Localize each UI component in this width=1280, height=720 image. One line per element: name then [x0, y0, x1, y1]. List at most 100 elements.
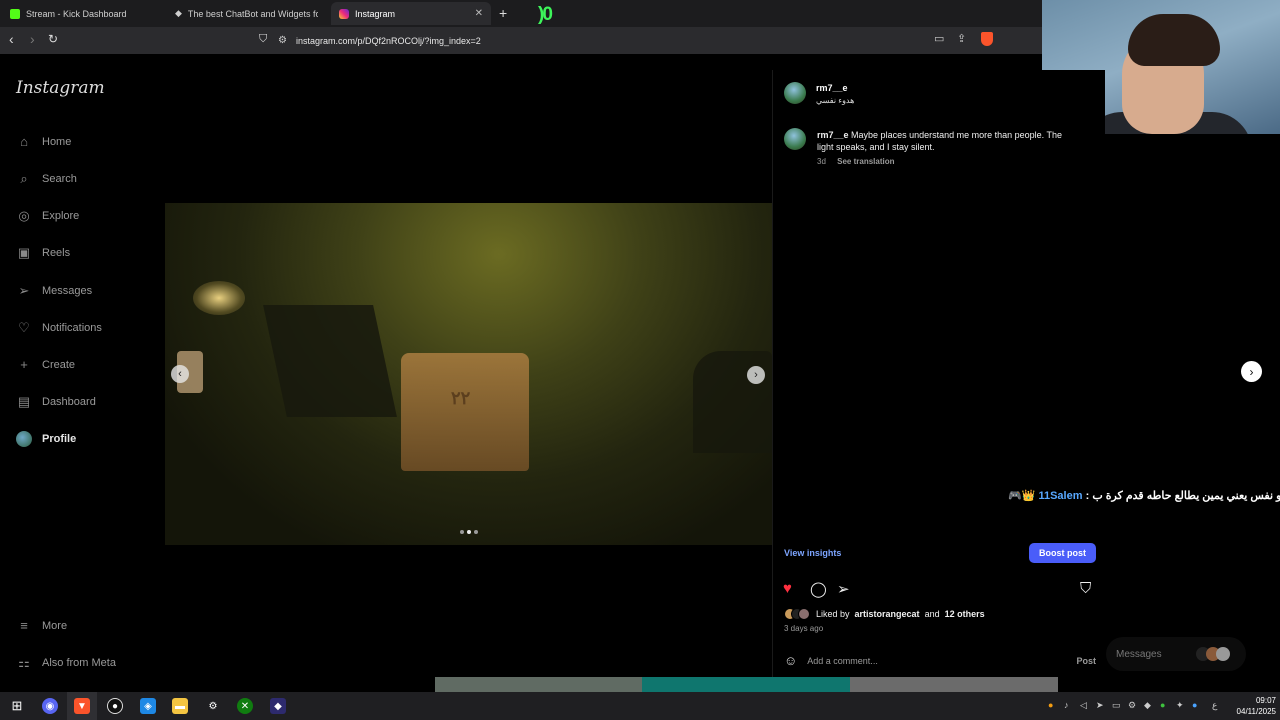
heart-icon: ♡ — [18, 320, 30, 335]
discord-icon[interactable]: ◉ — [42, 698, 58, 714]
folder-icon[interactable]: ▬ — [172, 698, 188, 714]
carousel-next-button[interactable]: › — [747, 366, 765, 384]
sidebar-item-label: Also from Meta — [42, 657, 116, 669]
next-post-button[interactable]: › — [1241, 361, 1262, 382]
share-icon[interactable]: ➢ — [837, 580, 850, 598]
sidebar-item-profile[interactable]: Profile — [16, 431, 76, 447]
reels-icon: ▣ — [17, 245, 31, 260]
xbox-tray-icon[interactable]: ● — [1160, 700, 1165, 710]
reload-icon[interactable]: ↻ — [48, 32, 58, 46]
clock-date: 04/11/2025 — [1236, 707, 1276, 716]
sidebar-item-label: Search — [42, 173, 77, 185]
taskbar-clock[interactable]: 09:07 04/11/2025 — [1228, 695, 1276, 717]
app-icon[interactable]: ◈ — [140, 698, 156, 714]
obs-icon[interactable]: ● — [107, 698, 123, 714]
instagram-sidebar: Instagram ⌂ Home ⌕ Search ◎ Explore ▣ Re… — [0, 54, 164, 692]
comment-composer: ☺ Add a comment... Post — [784, 653, 1096, 668]
author-avatar[interactable] — [784, 82, 806, 104]
sidebar-item-reels[interactable]: ▣ Reels — [16, 245, 70, 261]
comment-input[interactable]: Add a comment... — [807, 656, 878, 666]
sidebar-item-label: Home — [42, 135, 72, 148]
telegram-icon[interactable]: ➤ — [1096, 700, 1104, 711]
new-tab-button[interactable]: + — [499, 5, 507, 21]
steam-icon[interactable]: ⚙ — [205, 698, 221, 714]
post-image[interactable]: ٢٢ — [165, 203, 772, 545]
microphone-icon[interactable]: ♪ — [1064, 700, 1069, 710]
carousel-prev-button[interactable]: ‹ — [171, 365, 189, 383]
sidebar-item-label: Dashboard — [42, 396, 96, 408]
messages-label: Messages — [1116, 648, 1162, 660]
author-subtitle: هدوء نفسي — [816, 96, 855, 105]
sidebar-item-search[interactable]: ⌕ Search — [16, 171, 77, 187]
cast-icon[interactable]: ▭ — [934, 32, 944, 45]
liked-user-link[interactable]: artistorangecat — [855, 609, 920, 619]
sidebar-item-messages[interactable]: ➢ Messages — [16, 283, 93, 299]
liked-prefix: Liked by — [816, 609, 850, 619]
kick-icon — [10, 8, 20, 19]
tab-kick-dashboard[interactable]: Stream - Kick Dashboard — [2, 2, 165, 25]
controller-icon[interactable]: ◆ — [1144, 700, 1151, 711]
start-icon[interactable]: ⊞ — [9, 698, 25, 714]
caption-meta: 3d See translation — [817, 157, 904, 166]
stadium-seat — [401, 353, 529, 471]
caption-username[interactable]: rm7__e — [817, 130, 849, 140]
carousel-dot — [474, 530, 478, 534]
input-language[interactable]: ع — [1212, 700, 1217, 711]
sidebar-item-explore[interactable]: ◎ Explore — [16, 208, 79, 224]
xbox-icon[interactable]: ✕ — [237, 698, 253, 714]
sidebar-item-label: More — [42, 619, 68, 632]
sidebar-item-home[interactable]: ⌂ Home — [16, 134, 71, 149]
save-icon[interactable]: ⛉ — [1080, 580, 1091, 597]
messages-pill[interactable]: Messages — [1106, 637, 1246, 671]
see-translation-link[interactable]: See translation — [837, 157, 894, 166]
sidebar-item-label: Profile — [42, 433, 77, 445]
brave-icon[interactable]: ▼ — [74, 698, 90, 714]
volume-icon[interactable]: ◁ — [1080, 700, 1087, 711]
forward-icon[interactable]: › — [30, 31, 35, 47]
tray-app-icon[interactable]: ● — [1192, 700, 1197, 710]
sidebar-item-also-from-meta[interactable]: ⚏ Also from Meta — [16, 655, 116, 671]
instagram-icon — [339, 8, 349, 19]
close-tab-icon[interactable]: ✕ — [475, 8, 483, 19]
site-settings-icon[interactable]: ⚙ — [278, 35, 287, 46]
tray-app-icon[interactable]: ▭ — [1112, 700, 1121, 711]
bookmark-icon[interactable]: ⛉ — [259, 33, 267, 46]
share-icon[interactable]: ⇪ — [957, 32, 966, 45]
instagram-logo[interactable]: Instagram — [16, 78, 105, 98]
post-comment-button[interactable]: Post — [1076, 656, 1096, 666]
carousel-dot — [460, 530, 464, 534]
tray-app-icon[interactable]: ● — [1048, 700, 1053, 710]
liker-avatars — [784, 608, 810, 620]
tab-label: Stream - Kick Dashboard — [26, 8, 127, 19]
menu-icon: ≡ — [20, 618, 28, 633]
boost-post-button[interactable]: Boost post — [1029, 543, 1096, 563]
app-icon[interactable]: ◆ — [270, 698, 286, 714]
comment-icon[interactable]: ◯ — [810, 580, 827, 598]
tab-instagram[interactable]: Instagram ✕ — [331, 2, 491, 25]
sidebar-item-create[interactable]: + Create — [16, 357, 75, 372]
back-icon[interactable]: ‹ — [9, 31, 14, 47]
tray-app-icon[interactable]: ✦ — [1176, 700, 1184, 711]
message-avatars — [1196, 647, 1230, 661]
bottom-strip — [850, 677, 1058, 692]
view-insights-link[interactable]: View insights — [784, 548, 841, 558]
carousel-indicator — [460, 530, 478, 534]
brave-shield-icon[interactable] — [981, 32, 993, 46]
tab-chatbot-widgets[interactable]: ◆ The best ChatBot and Widgets for Ki — [167, 2, 330, 25]
author-username[interactable]: rm7__e — [816, 83, 848, 93]
sidebar-item-dashboard[interactable]: ▤ Dashboard — [16, 394, 96, 410]
tab-label: Instagram — [355, 8, 396, 19]
tray-app-icon[interactable]: ⚙ — [1128, 700, 1136, 711]
chair-silhouette — [263, 305, 397, 417]
liker-avatar — [798, 608, 810, 620]
windows-taskbar: ⊞ ◉ ▼ ● ◈ ▬ ⚙ ✕ ◆ ● ♪ ◁ ➤ ▭ ⚙ ◆ ● ✦ ● ع … — [0, 692, 1280, 720]
sidebar-item-more[interactable]: ≡ More — [16, 618, 67, 633]
sidebar-item-notifications[interactable]: ♡ Notifications — [16, 320, 102, 336]
address-bar[interactable]: ⚙ instagram.com/p/DQf2nROCOlj/?img_index… — [278, 30, 998, 51]
emoji-icon[interactable]: ☺ — [784, 653, 797, 668]
liked-others-link[interactable]: 12 others — [945, 609, 985, 619]
chat-message: عمرو نفس يعني يمين يطالع حاطه قدم كرة ب — [1092, 490, 1280, 502]
dashboard-icon: ▤ — [17, 394, 31, 409]
caption-avatar[interactable] — [784, 128, 806, 150]
like-icon[interactable]: ♥ — [783, 580, 792, 597]
